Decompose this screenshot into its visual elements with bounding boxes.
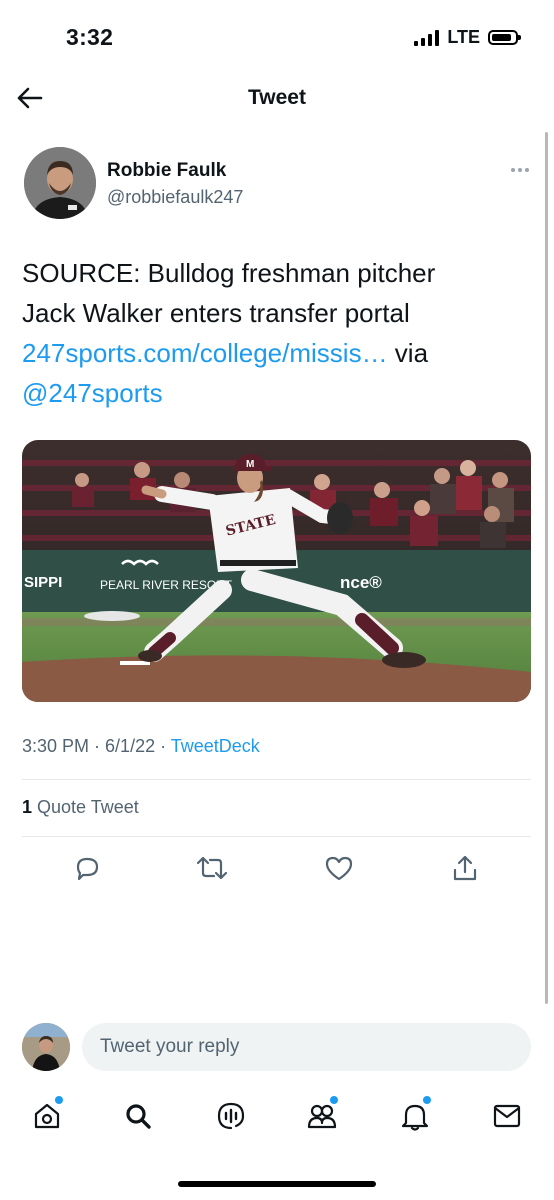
more-options-icon[interactable]: [508, 160, 532, 180]
tweet-link[interactable]: 247sports.com/college/missis…: [22, 338, 388, 368]
tweet-date: 6/1/22: [105, 736, 156, 756]
tweet-source-link[interactable]: TweetDeck: [171, 736, 260, 756]
reply-button[interactable]: [71, 852, 103, 884]
status-time: 3:32: [66, 24, 114, 50]
author-avatar[interactable]: [24, 147, 96, 219]
baseball-pitcher-photo: SIPPI PEARL RIVER RESORT nce® STATE M: [22, 440, 531, 702]
communities-icon: [307, 1104, 337, 1129]
tab-home[interactable]: [27, 1096, 67, 1136]
notifications-icon: [401, 1104, 429, 1131]
tab-communities[interactable]: [302, 1096, 342, 1136]
tweet-text-via: via: [387, 338, 429, 368]
author-handle[interactable]: @robbiefaulk247: [107, 187, 243, 208]
tab-search[interactable]: [118, 1096, 158, 1136]
communities-notification-dot: [330, 1096, 338, 1104]
share-button[interactable]: [449, 852, 481, 884]
quote-label: Quote Tweet: [32, 797, 139, 817]
home-notification-dot: [55, 1096, 63, 1104]
tweet-text-line: Jack Walker enters transfer portal: [22, 298, 410, 328]
reply-icon: [76, 857, 99, 881]
share-icon: [453, 855, 477, 881]
meta-separator: ·: [89, 736, 106, 756]
search-icon: [126, 1104, 151, 1129]
divider: [22, 779, 531, 780]
like-button[interactable]: [323, 852, 355, 884]
quote-count: 1: [22, 797, 33, 817]
meta-separator: ·: [155, 736, 171, 756]
page-title: Tweet: [248, 86, 306, 109]
tweet-text: SOURCE: Bulldog freshman pitcher Jack Wa…: [22, 253, 522, 413]
current-user-avatar[interactable]: [22, 1023, 70, 1071]
tweet-time: 3:30 PM: [22, 736, 90, 756]
scrollbar[interactable]: [545, 132, 548, 1004]
messages-icon: [493, 1104, 521, 1128]
tweet-meta: 3:30 PM · 6/1/22 · TweetDeck: [22, 736, 260, 757]
author-name[interactable]: Robbie Faulk: [107, 160, 226, 182]
home-icon: [34, 1103, 60, 1129]
tab-spaces[interactable]: [211, 1096, 251, 1136]
spaces-icon: [217, 1102, 245, 1130]
signal-icon: [414, 29, 440, 46]
notifications-dot: [423, 1096, 431, 1104]
battery-icon: [488, 30, 521, 45]
divider: [22, 836, 531, 837]
tweet-mention[interactable]: @247sports: [22, 378, 163, 408]
tab-messages[interactable]: [487, 1096, 527, 1136]
tweet-photo[interactable]: SIPPI PEARL RIVER RESORT nce® STATE M: [22, 440, 531, 702]
board-right-text: nce®: [340, 573, 382, 592]
status-indicators: LTE: [414, 27, 521, 48]
like-icon: [325, 856, 353, 881]
tweet-text-line: SOURCE: Bulldog freshman pitcher: [22, 258, 436, 288]
retweet-button[interactable]: [196, 852, 228, 884]
tab-notifications[interactable]: [395, 1096, 435, 1136]
board-left-text: SIPPI: [24, 574, 62, 591]
cap-letter: M: [246, 459, 254, 470]
home-indicator[interactable]: [178, 1181, 376, 1187]
network-type: LTE: [447, 27, 480, 47]
reply-input[interactable]: [82, 1023, 531, 1071]
retweet-icon: [196, 856, 228, 880]
quote-tweets-link[interactable]: 1 Quote Tweet: [22, 797, 139, 818]
